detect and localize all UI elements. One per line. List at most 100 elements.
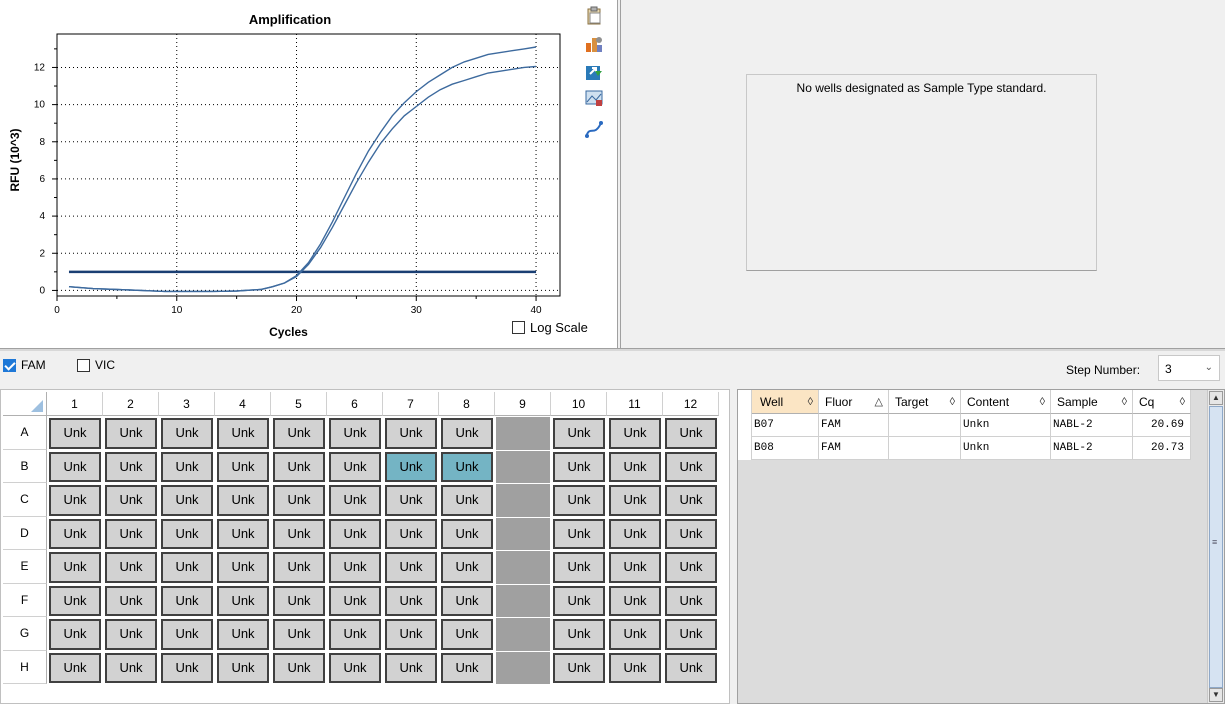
plate-well[interactable]: Unk xyxy=(665,585,717,616)
plate-well[interactable]: Unk xyxy=(385,485,437,516)
plate-well[interactable]: Unk xyxy=(609,585,661,616)
results-cell[interactable]: FAM xyxy=(819,437,889,460)
plate-well[interactable]: Unk xyxy=(329,518,381,549)
plate-well[interactable]: Unk xyxy=(609,518,661,549)
column-header[interactable]: 11 xyxy=(607,392,663,416)
plate-well[interactable]: Unk xyxy=(665,485,717,516)
row-header[interactable]: D xyxy=(3,516,47,550)
plate-well[interactable]: Unk xyxy=(385,552,437,583)
plate-well[interactable]: Unk xyxy=(385,585,437,616)
results-column-header[interactable]: Content ◊ xyxy=(961,390,1051,414)
results-cell[interactable]: Unkn xyxy=(961,437,1051,460)
column-header[interactable]: 12 xyxy=(663,392,719,416)
column-header[interactable]: 5 xyxy=(271,392,327,416)
plate-well[interactable]: Unk xyxy=(665,619,717,650)
plate-well[interactable]: Unk xyxy=(665,451,717,482)
plate-well[interactable]: Unk xyxy=(385,652,437,683)
plate-well[interactable]: Unk xyxy=(105,619,157,650)
sort-icon[interactable]: ◊ xyxy=(808,390,813,414)
row-header[interactable]: A xyxy=(3,416,47,450)
results-column-header[interactable]: Well ◊ xyxy=(752,390,819,414)
plate-well[interactable]: Unk xyxy=(609,451,661,482)
plate-well[interactable]: Unk xyxy=(105,418,157,449)
plate-well[interactable]: Unk xyxy=(553,619,605,650)
sort-icon[interactable]: △ xyxy=(875,390,883,414)
plate-well[interactable]: Unk xyxy=(329,552,381,583)
plate-well[interactable]: Unk xyxy=(49,451,101,482)
sort-icon[interactable]: ◊ xyxy=(950,390,955,414)
plate-well[interactable]: Unk xyxy=(441,418,493,449)
plate-well[interactable]: Unk xyxy=(273,585,325,616)
plate-well[interactable]: Unk xyxy=(553,485,605,516)
plate-well[interactable]: Unk xyxy=(49,619,101,650)
results-cell[interactable]: NABL-2 xyxy=(1051,437,1133,460)
plate-well[interactable]: Unk xyxy=(665,552,717,583)
plate-well[interactable]: Unk xyxy=(49,485,101,516)
export-icon[interactable] xyxy=(584,62,604,82)
plate-well[interactable]: Unk xyxy=(609,552,661,583)
results-column-header[interactable]: Target ◊ xyxy=(889,390,961,414)
plate-well[interactable]: Unk xyxy=(217,451,269,482)
results-cell[interactable] xyxy=(889,437,961,460)
plate-well[interactable]: Unk xyxy=(273,552,325,583)
plate-well[interactable]: Unk xyxy=(273,418,325,449)
fam-check-box[interactable] xyxy=(3,358,16,372)
plate-well[interactable]: Unk xyxy=(161,619,213,650)
plate-well[interactable]: Unk xyxy=(609,619,661,650)
column-header[interactable]: 10 xyxy=(551,392,607,416)
plate-well[interactable]: Unk xyxy=(273,451,325,482)
sort-icon[interactable]: ◊ xyxy=(1180,390,1185,414)
plate-well[interactable]: Unk xyxy=(665,518,717,549)
column-header[interactable]: 8 xyxy=(439,392,495,416)
step-number-select[interactable]: 3 ⌄ xyxy=(1158,355,1220,381)
plate-well[interactable]: Unk xyxy=(217,652,269,683)
column-header[interactable]: 2 xyxy=(103,392,159,416)
plate-well[interactable]: Unk xyxy=(609,485,661,516)
plate-well[interactable]: Unk xyxy=(273,518,325,549)
plate-well[interactable]: Unk xyxy=(553,418,605,449)
row-header[interactable]: B xyxy=(3,449,47,483)
results-cell[interactable]: 20.69 xyxy=(1133,414,1191,437)
row-header[interactable]: H xyxy=(3,650,47,684)
results-column-header[interactable]: Fluor △ xyxy=(819,390,889,414)
plate-well[interactable]: Unk xyxy=(441,619,493,650)
column-header[interactable]: 1 xyxy=(47,392,103,416)
plate-well[interactable]: Unk xyxy=(553,585,605,616)
plate-well[interactable]: Unk xyxy=(217,418,269,449)
plate-well[interactable]: Unk xyxy=(273,652,325,683)
column-header[interactable]: 4 xyxy=(215,392,271,416)
plate-well[interactable]: Unk xyxy=(49,652,101,683)
row-header[interactable]: F xyxy=(3,583,47,617)
plate-well[interactable]: Unk xyxy=(553,518,605,549)
plate-well[interactable]: Unk xyxy=(105,451,157,482)
log-scale-box[interactable] xyxy=(512,321,525,334)
results-scrollbar[interactable]: ▲ ≡ ▼ xyxy=(1207,390,1224,703)
plate-well[interactable]: Unk xyxy=(161,652,213,683)
log-scale-checkbox[interactable]: Log Scale xyxy=(512,320,588,335)
plate-well[interactable]: Unk xyxy=(385,418,437,449)
plate-well[interactable]: Unk xyxy=(105,552,157,583)
plate-well[interactable]: Unk xyxy=(161,451,213,482)
plate-well[interactable]: Unk xyxy=(105,652,157,683)
plate-well[interactable]: Unk xyxy=(105,485,157,516)
plate-well[interactable]: Unk xyxy=(329,619,381,650)
column-header[interactable]: 6 xyxy=(327,392,383,416)
results-column-header[interactable]: Cq ◊ xyxy=(1133,390,1191,414)
row-header[interactable]: E xyxy=(3,550,47,584)
plate-well[interactable]: Unk xyxy=(441,652,493,683)
results-cell[interactable]: 20.73 xyxy=(1133,437,1191,460)
results-cell[interactable]: NABL-2 xyxy=(1051,414,1133,437)
results-cell[interactable]: FAM xyxy=(819,414,889,437)
plate-well[interactable]: Unk xyxy=(217,552,269,583)
plate-well[interactable]: Unk xyxy=(441,552,493,583)
fam-checkbox[interactable]: FAM xyxy=(3,358,46,372)
sort-icon[interactable]: ◊ xyxy=(1040,390,1045,414)
row-header[interactable]: C xyxy=(3,483,47,517)
plate-well[interactable]: Unk xyxy=(161,585,213,616)
plate-well[interactable]: Unk xyxy=(441,451,493,482)
plate-well[interactable]: Unk xyxy=(329,485,381,516)
plate-well[interactable]: Unk xyxy=(217,485,269,516)
plate-well[interactable]: Unk xyxy=(441,518,493,549)
plate-well[interactable]: Unk xyxy=(217,518,269,549)
sort-icon[interactable]: ◊ xyxy=(1122,390,1127,414)
